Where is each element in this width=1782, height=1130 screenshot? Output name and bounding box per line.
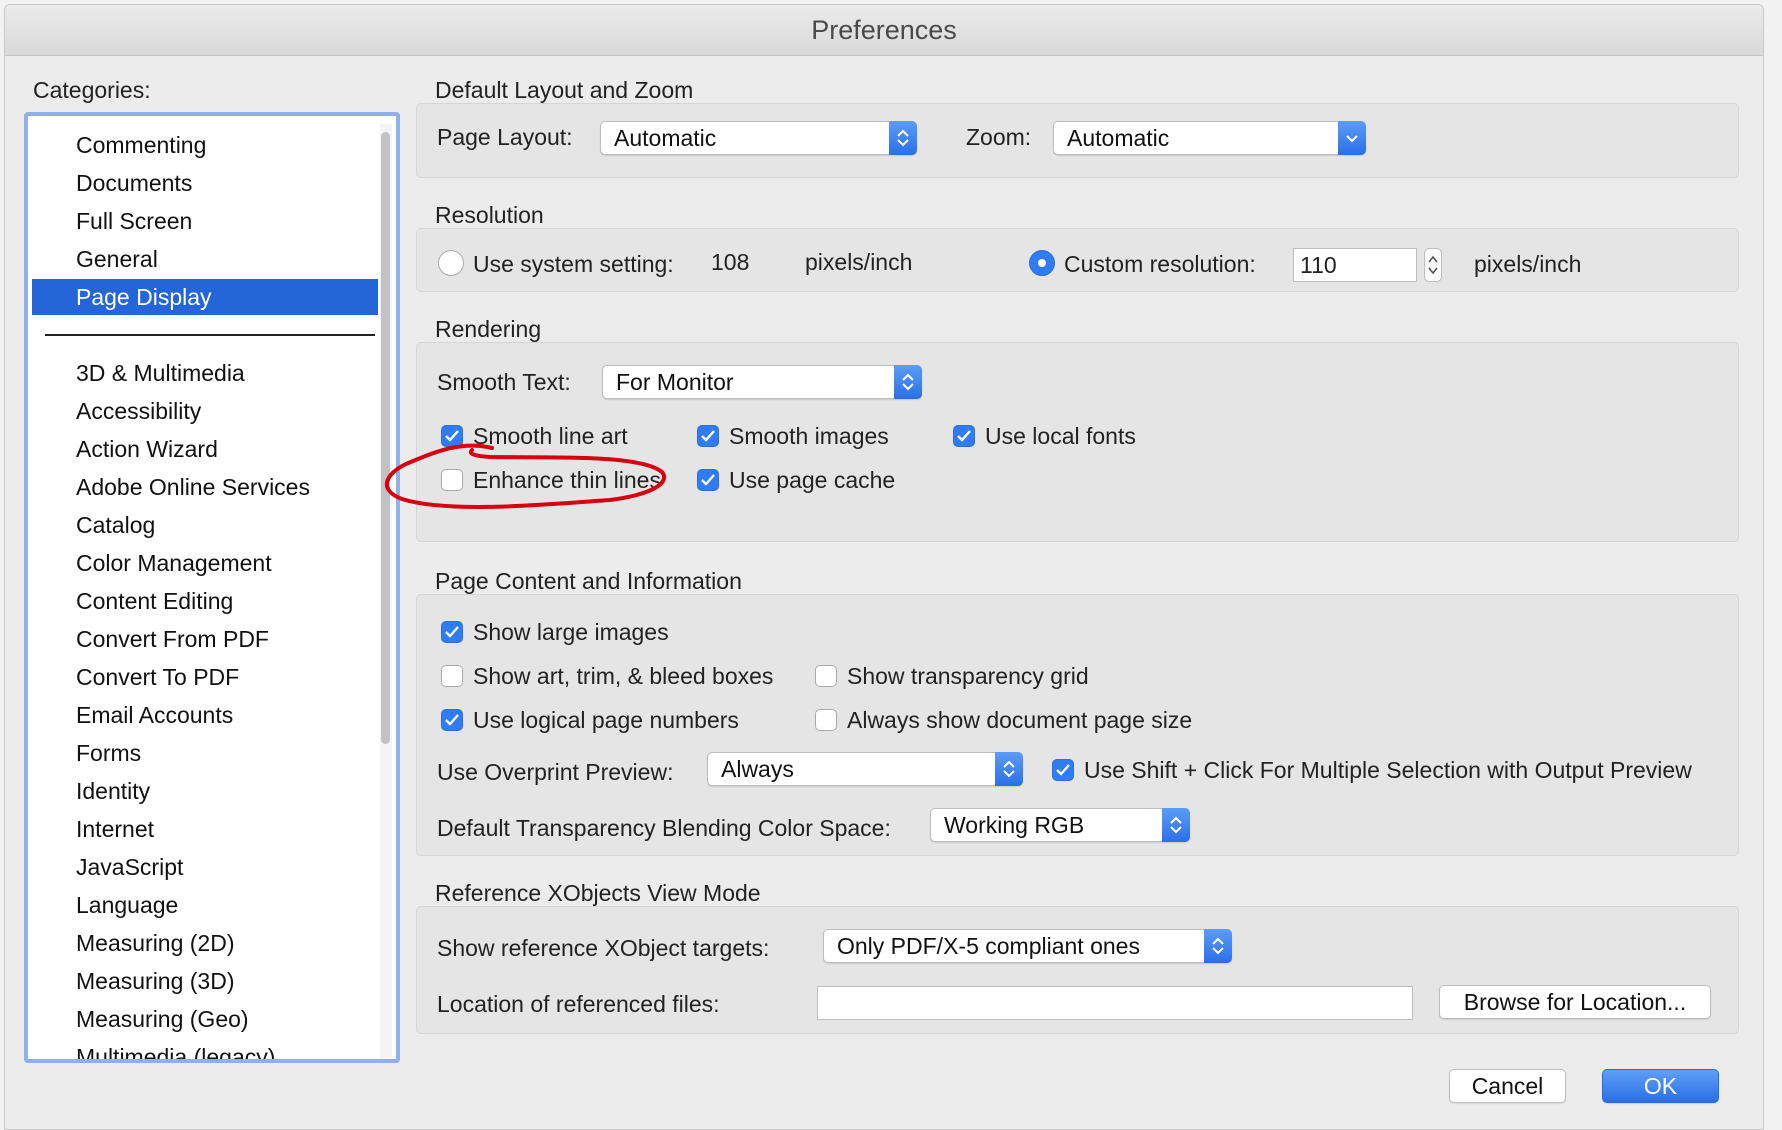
category-email-accounts[interactable]: Email Accounts <box>32 697 378 733</box>
show-large-images-checkbox[interactable] <box>441 621 463 643</box>
smooth-images-label: Smooth images <box>729 423 889 449</box>
layout-zoom-heading: Default Layout and Zoom <box>435 77 694 103</box>
resolution-panel: Use system setting: 108 pixels/inch Cust… <box>416 228 1739 292</box>
smooth-images-checkbox[interactable] <box>697 425 719 447</box>
custom-resolution-unit: pixels/inch <box>1474 251 1582 277</box>
page-content-panel: Show large images Show art, trim, & blee… <box>416 594 1739 856</box>
category-measuring-geo[interactable]: Measuring (Geo) <box>32 1001 378 1037</box>
category-language[interactable]: Language <box>32 887 378 923</box>
category-commenting[interactable]: Commenting <box>32 127 378 163</box>
custom-resolution-label: Custom resolution: <box>1064 251 1256 277</box>
system-resolution-value: 108 <box>711 249 750 275</box>
category-internet[interactable]: Internet <box>32 811 378 847</box>
custom-resolution-value: 110 <box>1300 252 1337 278</box>
location-label: Location of referenced files: <box>437 991 720 1017</box>
zoom-value: Automatic <box>1067 125 1170 151</box>
category-page-display[interactable]: Page Display <box>32 279 378 315</box>
xobject-targets-label: Show reference XObject targets: <box>437 935 770 961</box>
overprint-preview-label: Use Overprint Preview: <box>437 759 674 785</box>
use-logical-page-numbers-checkbox[interactable] <box>441 709 463 731</box>
chevron-down-icon <box>1338 121 1366 155</box>
show-transparency-grid-label: Show transparency grid <box>847 663 1089 689</box>
updown-arrows-icon <box>995 752 1023 786</box>
categories-scrollbar[interactable] <box>380 124 392 1059</box>
page-layout-label: Page Layout: <box>437 124 573 150</box>
category-divider <box>45 334 375 336</box>
use-system-setting-label: Use system setting: <box>473 251 674 277</box>
updown-arrows-icon <box>889 121 917 155</box>
category-adobe-online-services[interactable]: Adobe Online Services <box>32 469 378 505</box>
smooth-text-value: For Monitor <box>616 369 734 395</box>
browse-for-location-button[interactable]: Browse for Location... <box>1439 985 1711 1019</box>
use-page-cache-checkbox[interactable] <box>697 469 719 491</box>
red-annotation-circle <box>384 443 666 509</box>
resolution-stepper[interactable] <box>1424 248 1442 282</box>
xobject-targets-select[interactable]: Only PDF/X-5 compliant ones <box>823 929 1232 963</box>
rendering-heading: Rendering <box>435 316 542 342</box>
show-art-trim-label: Show art, trim, & bleed boxes <box>473 663 774 689</box>
categories-list[interactable]: Commenting Documents Full Screen General… <box>24 112 400 1063</box>
updown-arrows-icon <box>1162 808 1190 842</box>
category-documents[interactable]: Documents <box>32 165 378 201</box>
use-logical-page-numbers-label: Use logical page numbers <box>473 707 739 733</box>
category-full-screen[interactable]: Full Screen <box>32 203 378 239</box>
shift-click-label: Use Shift + Click For Multiple Selection… <box>1084 757 1692 783</box>
category-general[interactable]: General <box>32 241 378 277</box>
updown-arrows-icon <box>894 365 922 399</box>
category-content-editing[interactable]: Content Editing <box>32 583 378 619</box>
category-measuring-3d[interactable]: Measuring (3D) <box>32 963 378 999</box>
category-convert-from-pdf[interactable]: Convert From PDF <box>32 621 378 657</box>
preferences-window: Preferences Categories: Commenting Docum… <box>4 4 1764 1130</box>
xobjects-heading: Reference XObjects View Mode <box>435 880 761 906</box>
category-forms[interactable]: Forms <box>32 735 378 771</box>
zoom-select[interactable]: Automatic <box>1053 121 1366 155</box>
category-action-wizard[interactable]: Action Wizard <box>32 431 378 467</box>
use-system-setting-radio[interactable] <box>438 250 464 276</box>
overprint-preview-value: Always <box>721 756 794 782</box>
custom-resolution-input[interactable]: 110 <box>1293 248 1417 282</box>
ok-button[interactable]: OK <box>1602 1069 1719 1103</box>
always-show-page-size-checkbox[interactable] <box>815 709 837 731</box>
blending-color-space-select[interactable]: Working RGB <box>930 808 1190 842</box>
category-accessibility[interactable]: Accessibility <box>32 393 378 429</box>
window-title: Preferences <box>5 5 1763 56</box>
category-convert-to-pdf[interactable]: Convert To PDF <box>32 659 378 695</box>
stepper-arrows-icon <box>1428 255 1438 275</box>
smooth-text-label: Smooth Text: <box>437 369 571 395</box>
blending-color-space-value: Working RGB <box>944 812 1085 838</box>
category-javascript[interactable]: JavaScript <box>32 849 378 885</box>
show-transparency-grid-checkbox[interactable] <box>815 665 837 687</box>
category-identity[interactable]: Identity <box>32 773 378 809</box>
category-catalog[interactable]: Catalog <box>32 507 378 543</box>
smooth-text-select[interactable]: For Monitor <box>602 365 922 399</box>
xobject-targets-value: Only PDF/X-5 compliant ones <box>837 933 1140 959</box>
zoom-label: Zoom: <box>966 124 1032 150</box>
custom-resolution-radio[interactable] <box>1029 250 1055 276</box>
blending-color-space-label: Default Transparency Blending Color Spac… <box>437 815 891 841</box>
xobjects-panel: Show reference XObject targets: Only PDF… <box>416 906 1739 1034</box>
use-local-fonts-label: Use local fonts <box>985 423 1136 449</box>
location-input[interactable] <box>817 986 1413 1020</box>
page-content-heading: Page Content and Information <box>435 568 742 594</box>
show-large-images-label: Show large images <box>473 619 669 645</box>
updown-arrows-icon <box>1204 929 1232 963</box>
layout-zoom-panel: Page Layout: Automatic Zoom: Automatic <box>416 103 1739 178</box>
overprint-preview-select[interactable]: Always <box>707 752 1023 786</box>
resolution-heading: Resolution <box>435 202 544 228</box>
category-3d-multimedia[interactable]: 3D & Multimedia <box>32 355 378 391</box>
category-measuring-2d[interactable]: Measuring (2D) <box>32 925 378 961</box>
categories-label: Categories: <box>33 77 151 103</box>
cancel-button[interactable]: Cancel <box>1449 1069 1566 1103</box>
system-resolution-unit: pixels/inch <box>805 249 913 275</box>
use-local-fonts-checkbox[interactable] <box>953 425 975 447</box>
shift-click-checkbox[interactable] <box>1052 759 1074 781</box>
page-layout-select[interactable]: Automatic <box>600 121 917 155</box>
use-page-cache-label: Use page cache <box>729 467 896 493</box>
category-multimedia-legacy[interactable]: Multimedia (legacy) <box>32 1039 378 1059</box>
page-layout-value: Automatic <box>614 125 717 151</box>
always-show-page-size-label: Always show document page size <box>847 707 1193 733</box>
show-art-trim-checkbox[interactable] <box>441 665 463 687</box>
category-color-management[interactable]: Color Management <box>32 545 378 581</box>
